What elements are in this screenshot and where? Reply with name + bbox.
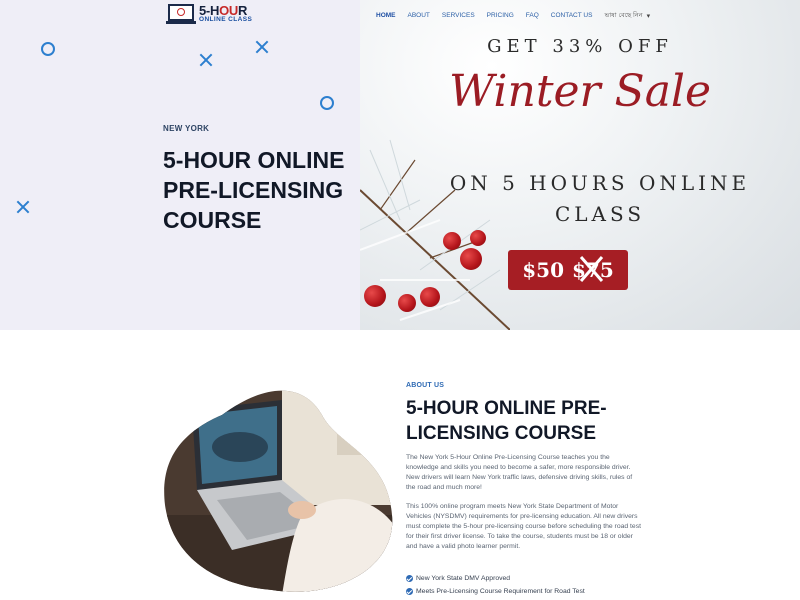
price-new: $50 bbox=[522, 258, 564, 282]
price-badge: $50 $75 bbox=[508, 250, 628, 290]
laptop-clock-icon bbox=[166, 4, 196, 24]
about-kicker: ABOUT US bbox=[406, 382, 445, 389]
decor-circle-icon bbox=[320, 96, 334, 110]
strike-x-icon bbox=[579, 256, 604, 282]
feature-label: Meets Pre-Licensing Course Requirement f… bbox=[416, 588, 585, 595]
hero-section: NEW YORK 5-HOUR ONLINE PRE-LICENSING COU… bbox=[0, 0, 800, 330]
berry bbox=[443, 232, 461, 250]
about-paragraph-1: The New York 5-Hour Online Pre-Licensing… bbox=[406, 454, 633, 491]
feature-list: New York State DMV Approved Meets Pre-Li… bbox=[406, 572, 585, 598]
list-item: New York State DMV Approved bbox=[406, 572, 585, 585]
language-label: ভাষা বেছে নিন bbox=[604, 12, 643, 19]
hero-kicker: NEW YORK bbox=[163, 124, 210, 133]
price-old: $75 bbox=[572, 256, 614, 282]
berry bbox=[470, 230, 486, 246]
promo-discount-text: GET 33% OFF bbox=[487, 36, 673, 57]
nav-home[interactable]: HOME bbox=[376, 12, 396, 19]
winter-sale-banner: HOME ABOUT SERVICES PRICING FAQ CONTACT … bbox=[360, 0, 800, 330]
about-title: 5-HOUR ONLINE PRE-LICENSING COURSE bbox=[406, 398, 607, 444]
hero-title: 5-HOUR ONLINE PRE-LICENSING COURSE bbox=[163, 147, 345, 233]
promo-script-title: Winter Sale bbox=[448, 66, 712, 117]
about-paragraph-2: This 100% online program meets New York … bbox=[406, 503, 642, 550]
promo-subtitle: ON 5 HOURS ONLINE CLASS bbox=[449, 171, 751, 226]
nav-contact-us[interactable]: CONTACT US bbox=[551, 12, 593, 19]
nav-about[interactable]: ABOUT bbox=[408, 12, 430, 19]
decor-circle-icon bbox=[41, 42, 55, 56]
berry bbox=[460, 248, 482, 270]
nav-faq[interactable]: FAQ bbox=[526, 12, 539, 19]
feature-label: New York State DMV Approved bbox=[416, 575, 511, 582]
list-item: Meets Pre-Licensing Course Requirement f… bbox=[406, 585, 585, 598]
hero-left-panel: NEW YORK 5-HOUR ONLINE PRE-LICENSING COU… bbox=[0, 0, 360, 330]
nav-services[interactable]: SERVICES bbox=[442, 12, 475, 19]
check-circle-icon bbox=[406, 588, 413, 595]
decor-x-icon bbox=[16, 200, 30, 214]
berry bbox=[420, 287, 440, 307]
berry bbox=[364, 285, 386, 307]
site-logo[interactable]: 5-HOUR ONLINE CLASS bbox=[166, 4, 252, 24]
caret-down-icon: ▾ bbox=[646, 12, 651, 20]
check-circle-icon bbox=[406, 575, 413, 582]
nav-pricing[interactable]: PRICING bbox=[487, 12, 514, 19]
berry bbox=[398, 294, 416, 312]
main-nav: HOME ABOUT SERVICES PRICING FAQ CONTACT … bbox=[360, 10, 800, 21]
language-select[interactable]: ভাষা বেছে নিন ▾ bbox=[604, 10, 650, 21]
student-laptop-photo bbox=[164, 390, 393, 592]
logo-subtitle: ONLINE CLASS bbox=[199, 16, 253, 24]
decor-x-icon bbox=[199, 53, 213, 67]
decor-x-icon bbox=[255, 40, 269, 54]
